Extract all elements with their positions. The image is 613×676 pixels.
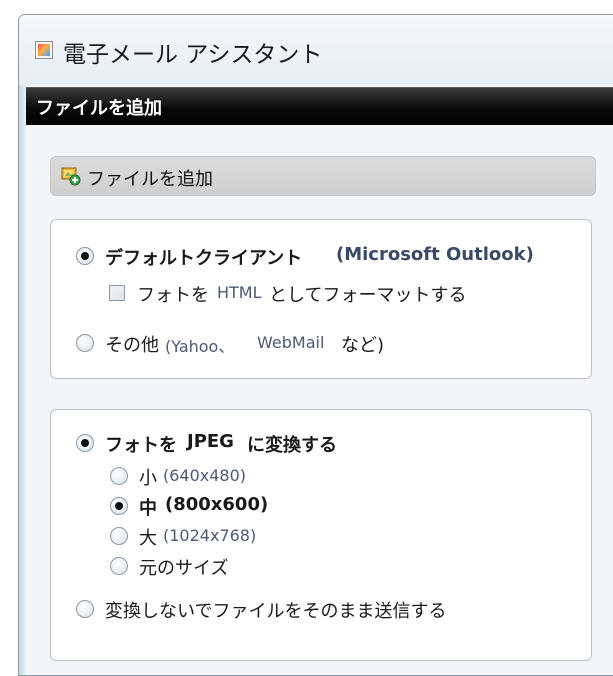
convert-jpeg-label-jpeg: JPEG (187, 431, 234, 452)
app-icon (35, 41, 53, 59)
size-small-radio[interactable] (110, 467, 128, 485)
convert-jpeg-label-suffix: に変換する (247, 435, 337, 456)
window-title: 電子メール アシスタント (63, 42, 323, 68)
convert-jpeg-radio[interactable] (76, 434, 94, 452)
email-client-group: デフォルトクライアント (Microsoft Outlook) フォトを HTM… (50, 219, 592, 379)
other-client-detail-3: など) (341, 335, 385, 356)
format-html-label-html: HTML (217, 283, 262, 302)
format-html-label-suffix: としてフォーマットする (269, 285, 467, 306)
size-medium-label: 中 (139, 498, 157, 519)
other-client-radio[interactable] (76, 334, 94, 352)
content-area: ファイルを追加 デフォルトクライアント (Microsoft Outlook) … (26, 125, 613, 675)
no-convert-radio[interactable] (76, 600, 94, 618)
size-original-label: 元のサイズ (139, 558, 229, 579)
conversion-group: フォトを JPEG に変換する 小 (640x480) 中 (800x600) … (50, 409, 592, 661)
other-client-detail-1: (Yahoo、 (165, 337, 235, 356)
format-html-label-prefix: フォトを (137, 285, 209, 306)
size-large-label: 大 (139, 528, 157, 549)
window-left-frame (19, 15, 26, 675)
other-client-label: その他 (105, 335, 159, 356)
section-header-title: ファイルを追加 (36, 98, 162, 119)
no-convert-label: 変換しないでファイルをそのまま送信する (105, 601, 447, 622)
default-client-name: (Microsoft Outlook) (336, 244, 534, 265)
default-client-radio[interactable] (76, 247, 94, 265)
other-client-detail-2: WebMail (257, 333, 325, 352)
section-header: ファイルを追加 (26, 87, 613, 125)
convert-jpeg-label-prefix: フォトを (105, 435, 177, 456)
size-small-detail: (640x480) (163, 466, 247, 485)
size-large-radio[interactable] (110, 527, 128, 545)
size-medium-detail: (800x600) (165, 494, 269, 515)
size-medium-radio[interactable] (110, 497, 128, 515)
add-file-icon (61, 167, 81, 186)
add-file-button-label: ファイルを追加 (87, 169, 213, 190)
size-original-radio[interactable] (110, 557, 128, 575)
default-client-label: デフォルトクライアント (105, 248, 303, 269)
format-html-checkbox[interactable] (109, 285, 125, 301)
size-small-label: 小 (139, 468, 157, 489)
add-file-button[interactable]: ファイルを追加 (50, 156, 596, 196)
email-assistant-window: 電子メール アシスタント ファイルを追加 ファイルを追加 デフォルトクライアント… (18, 14, 613, 676)
title-bar: 電子メール アシスタント (19, 15, 613, 85)
size-large-detail: (1024x768) (163, 526, 257, 545)
